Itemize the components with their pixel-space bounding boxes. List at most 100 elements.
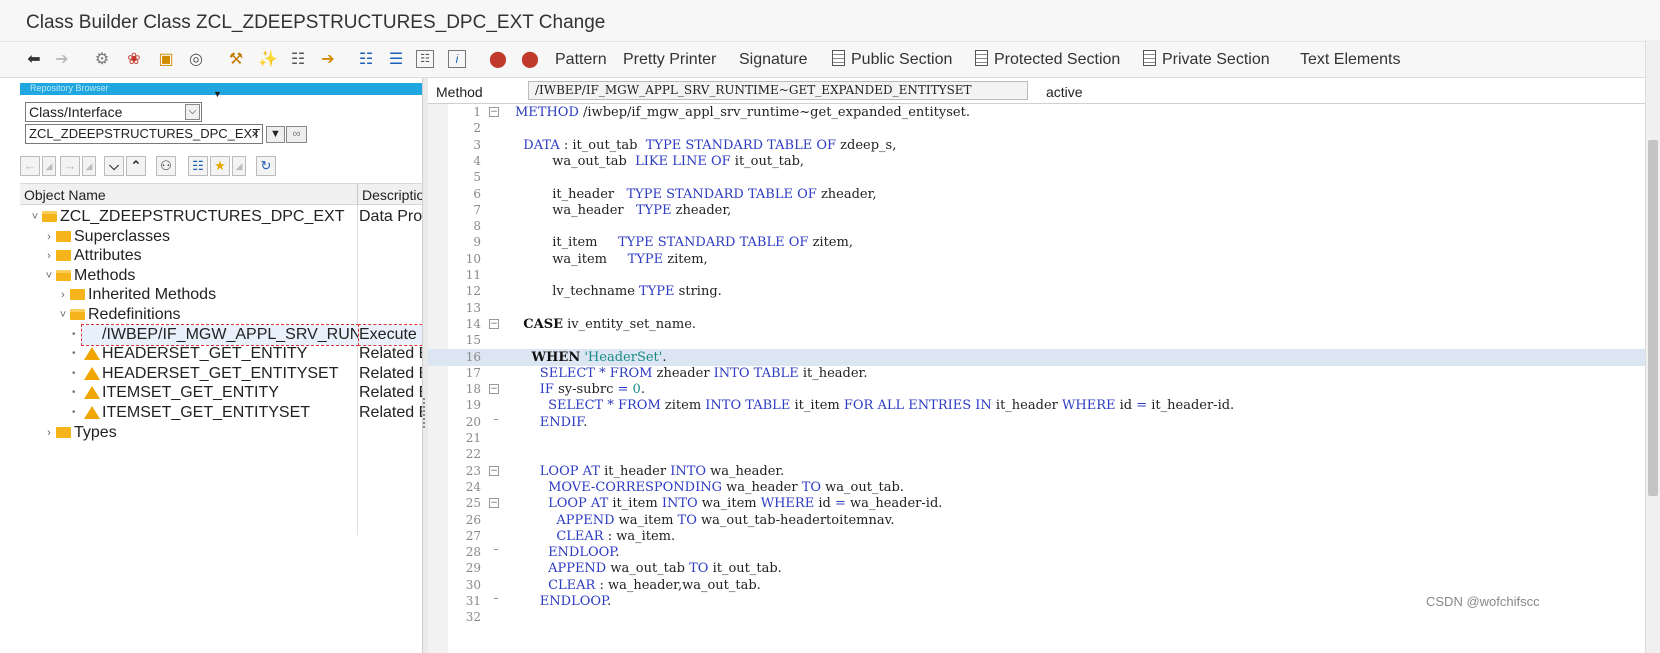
info-icon[interactable]: i: [448, 50, 466, 68]
code-line[interactable]: 21: [428, 430, 1645, 447]
tree-item[interactable]: › Attributes: [20, 246, 442, 266]
tree-item[interactable]: • /IWBEP/IF_MGW_APPL_SRV_RUNTIME~GET_EXPA…: [20, 323, 443, 346]
expand-toggle-icon[interactable]: ›: [58, 285, 68, 305]
session-breakpoint-icon[interactable]: ⬤: [520, 50, 540, 70]
code-line[interactable]: 13: [428, 300, 1645, 317]
expand-toggle-icon[interactable]: ˅: [44, 266, 54, 286]
collapse-all-icon[interactable]: ⌃: [126, 156, 146, 176]
public-section-button[interactable]: Public Section: [832, 50, 952, 70]
fold-toggle-icon[interactable]: −: [489, 498, 499, 509]
find-icon[interactable]: ⚇: [156, 156, 176, 176]
object-name-input[interactable]: ZCL_ZDEEPSTRUCTURES_DPC_EXT ×: [25, 124, 263, 144]
back-icon[interactable]: ←: [20, 156, 40, 176]
code-line[interactable]: 26 APPEND wa_item TO wa_out_tab-headerto…: [428, 512, 1645, 529]
code-line[interactable]: 3 DATA : it_out_tab TYPE STANDARD TABLE …: [428, 137, 1645, 154]
pretty-printer-button[interactable]: Pretty Printer: [623, 50, 716, 70]
code-line[interactable]: 10 wa_item TYPE zitem,: [428, 251, 1645, 268]
check-icon[interactable]: ▣: [156, 50, 176, 70]
code-line[interactable]: 6 it_header TYPE STANDARD TABLE OF zhead…: [428, 186, 1645, 203]
code-line[interactable]: 4 wa_out_tab LIKE LINE OF it_out_tab,: [428, 153, 1645, 170]
code-line[interactable]: 9 it_item TYPE STANDARD TABLE OF zitem,: [428, 234, 1645, 251]
tree-item[interactable]: ˅ Methods: [20, 266, 442, 286]
scrollbar-thumb[interactable]: [1648, 140, 1658, 496]
protected-section-button[interactable]: Protected Section: [975, 50, 1120, 70]
code-line[interactable]: 29 APPEND wa_out_tab TO it_out_tab.: [428, 560, 1645, 577]
code-line[interactable]: 2: [428, 120, 1645, 137]
hierarchy-icon[interactable]: ☷: [188, 156, 208, 176]
code-line[interactable]: 28 ENDLOOP.: [428, 544, 1645, 561]
help-icon[interactable]: ☰: [386, 50, 406, 70]
fold-toggle-icon[interactable]: −: [489, 465, 499, 476]
tree-item[interactable]: › Inherited Methods: [20, 285, 442, 305]
back-icon[interactable]: ⬅: [24, 50, 44, 70]
tree-item[interactable]: • ITEMSET_GET_ENTITY Related Enti: [20, 383, 442, 403]
expand-toggle-icon[interactable]: ›: [44, 423, 54, 443]
tree-item[interactable]: ˅ZCL_ZDEEPSTRUCTURES_DPC_EXTData Provide: [20, 207, 442, 227]
activate-icon[interactable]: ◎: [186, 50, 206, 70]
chevron-down-icon[interactable]: ⌵: [185, 104, 200, 120]
code-line[interactable]: 20 ENDIF.: [428, 414, 1645, 431]
display-object-list-icon[interactable]: ☷: [288, 50, 308, 70]
breakpoint-icon[interactable]: ⬤: [488, 50, 508, 70]
object-type-select[interactable]: Class/Interface ⌵: [25, 102, 202, 122]
refresh-icon[interactable]: ↻: [256, 156, 276, 176]
fold-toggle-icon[interactable]: −: [489, 318, 499, 329]
tree-item[interactable]: • ITEMSET_GET_ENTITYSET Related Enti: [20, 403, 442, 423]
display-glasses-icon[interactable]: ∞: [286, 126, 307, 143]
tree-item[interactable]: • HEADERSET_GET_ENTITYSET Related Enti: [20, 364, 442, 384]
back-history-icon[interactable]: ◢: [42, 156, 56, 176]
forward-icon[interactable]: →: [60, 156, 80, 176]
hierarchy-icon[interactable]: ☷: [356, 50, 376, 70]
expand-all-icon[interactable]: ⌵: [104, 156, 124, 176]
text-elements-button[interactable]: Text Elements: [1300, 50, 1400, 70]
tree-item[interactable]: • HEADERSET_GET_ENTITY Related Enti: [20, 344, 442, 364]
code-line[interactable]: 1− METHOD /iwbep/if_mgw_appl_srv_runtime~…: [428, 104, 1645, 121]
code-line[interactable]: 18− IF sy-subrc = 0.: [428, 381, 1645, 398]
code-line[interactable]: 23− LOOP AT it_header INTO wa_header.: [428, 463, 1645, 480]
pattern-button[interactable]: Pattern: [555, 50, 607, 70]
other-object-icon[interactable]: ❀: [124, 50, 144, 70]
code-line[interactable]: 7 wa_header TYPE zheader,: [428, 202, 1645, 219]
favorites-icon[interactable]: ★: [210, 156, 230, 176]
fold-toggle-icon[interactable]: −: [489, 107, 499, 117]
navigation-window-icon[interactable]: ➔: [318, 50, 338, 70]
code-editor[interactable]: 1− METHOD /iwbep/if_mgw_appl_srv_runtime~…: [428, 104, 1645, 653]
where-used-icon[interactable]: ✨: [258, 50, 278, 70]
private-section-button[interactable]: Private Section: [1143, 50, 1270, 70]
code-line[interactable]: 11: [428, 267, 1645, 284]
code-line[interactable]: 15: [428, 332, 1645, 349]
forward-icon[interactable]: ➔: [52, 50, 72, 70]
tree-item[interactable]: › Superclasses: [20, 227, 442, 247]
clear-icon[interactable]: ×: [251, 125, 259, 143]
code-line[interactable]: 5: [428, 169, 1645, 186]
code-line[interactable]: 24 MOVE-CORRESPONDING wa_header TO wa_ou…: [428, 479, 1645, 496]
object-dropdown-button[interactable]: ▼: [266, 126, 285, 143]
splitter-grip[interactable]: [423, 398, 427, 428]
switch-display-change-icon[interactable]: ⚙: [92, 50, 112, 70]
tree-item[interactable]: › Types: [20, 423, 442, 443]
expand-toggle-icon[interactable]: ˅: [58, 305, 68, 325]
code-line[interactable]: 32: [428, 609, 1645, 626]
favorites-dropdown-icon[interactable]: ◢: [232, 156, 246, 176]
expand-toggle-icon[interactable]: ˅: [30, 207, 40, 227]
vertical-scrollbar[interactable]: [1645, 40, 1660, 653]
code-line[interactable]: 16 WHEN 'HeaderSet'.: [428, 348, 1645, 366]
code-line[interactable]: 17 SELECT * FROM zheader INTO TABLE it_h…: [428, 365, 1645, 382]
column-object-name[interactable]: Object Name: [24, 187, 106, 203]
code-line[interactable]: 30 CLEAR : wa_header,wa_out_tab.: [428, 577, 1645, 594]
expand-toggle-icon[interactable]: ›: [44, 246, 54, 266]
expand-toggle-icon[interactable]: ›: [44, 227, 54, 247]
code-line[interactable]: 27 CLEAR : wa_item.: [428, 528, 1645, 545]
code-line[interactable]: 14− CASE iv_entity_set_name.: [428, 316, 1645, 333]
code-line[interactable]: 22: [428, 446, 1645, 463]
fold-toggle-icon[interactable]: −: [489, 384, 499, 395]
code-line[interactable]: 8: [428, 218, 1645, 235]
code-line[interactable]: 25− LOOP AT it_item INTO wa_item WHERE i…: [428, 495, 1645, 512]
forward-history-icon[interactable]: ◢: [82, 156, 96, 176]
signature-button[interactable]: Signature: [739, 50, 808, 70]
information-icon[interactable]: ☷: [416, 50, 434, 68]
column-separator[interactable]: [357, 184, 358, 206]
code-line[interactable]: 19 SELECT * FROM zitem INTO TABLE it_ite…: [428, 397, 1645, 414]
code-line[interactable]: 12 lv_techname TYPE string.: [428, 283, 1645, 300]
header-dropdown-icon[interactable]: ▼: [213, 89, 222, 99]
